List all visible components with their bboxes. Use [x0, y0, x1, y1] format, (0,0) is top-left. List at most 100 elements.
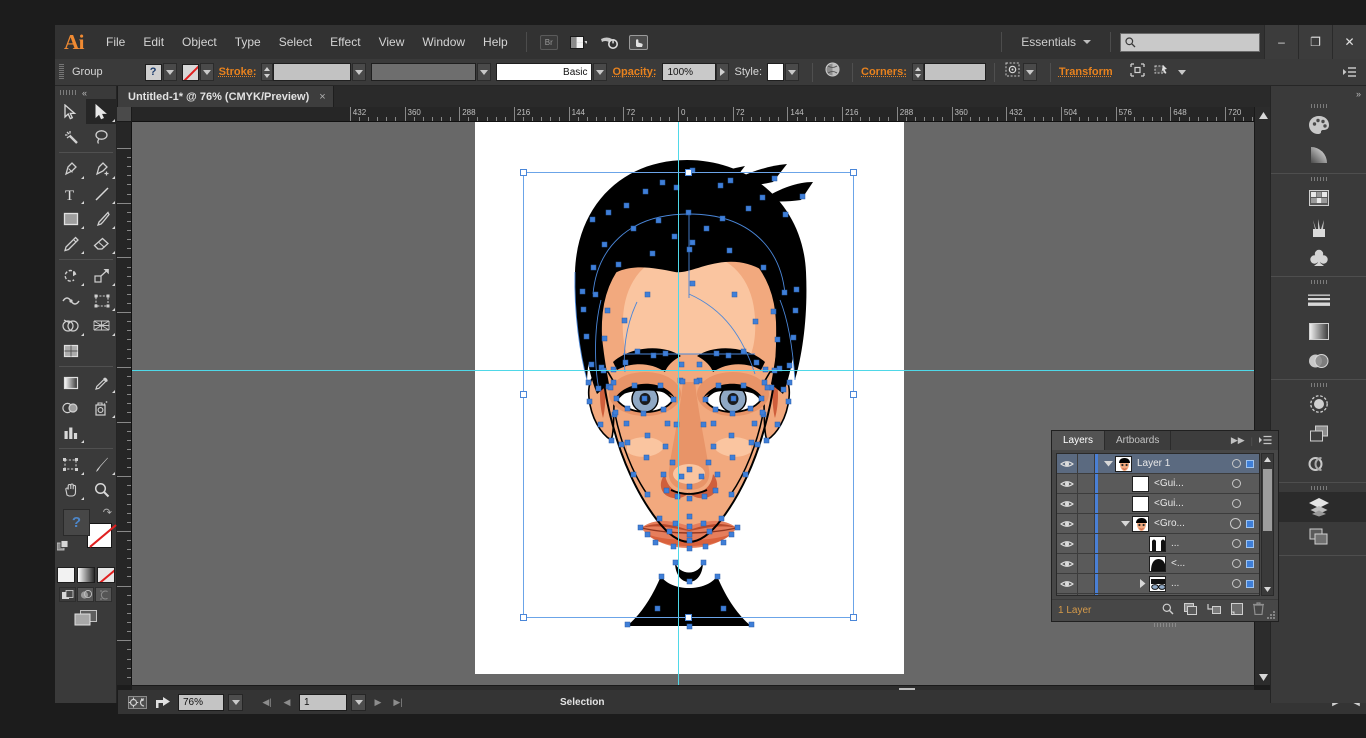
layer-visibility-icon[interactable] [1057, 514, 1078, 533]
tools-panel-grip[interactable]: « [55, 86, 116, 99]
corners-stepper[interactable] [912, 63, 924, 81]
eyedropper-tool[interactable] [86, 370, 117, 395]
draw-normal-button[interactable] [59, 587, 76, 602]
artboard-tool[interactable] [55, 452, 86, 477]
gradient-icon[interactable] [1271, 316, 1366, 346]
none-mode-button[interactable] [97, 567, 115, 583]
layers-scrollbar[interactable] [1261, 453, 1274, 596]
vertical-ruler[interactable]: 72144216288360432504576648720792 [117, 122, 132, 685]
layer-target-indicator[interactable] [1232, 579, 1241, 588]
stroke-swatch[interactable] [182, 64, 199, 81]
graphic-styles-icon[interactable] [1271, 419, 1366, 449]
delete-layer-icon[interactable] [1253, 602, 1264, 620]
layer-visibility-icon[interactable] [1057, 594, 1078, 596]
preferences-icon[interactable] [126, 694, 148, 711]
locate-object-icon[interactable] [1162, 602, 1174, 620]
add-anchor-point-tool[interactable] [86, 156, 117, 181]
pen-tool[interactable] [55, 156, 86, 181]
default-fill-stroke-icon[interactable] [57, 540, 70, 553]
draw-inside-button[interactable] [95, 587, 112, 602]
panel-bottom-grip[interactable] [1154, 623, 1176, 627]
layer-lock-toggle[interactable] [1078, 554, 1095, 573]
draw-behind-button[interactable] [77, 587, 94, 602]
opacity-input[interactable]: 100% [662, 63, 716, 81]
swatches-icon[interactable] [1271, 183, 1366, 213]
layer-name[interactable]: <Gro... [1154, 518, 1230, 529]
layer-name[interactable]: ... [1171, 578, 1232, 589]
blend-tool[interactable] [55, 395, 86, 420]
handle-nw[interactable] [520, 169, 527, 176]
layer-visibility-icon[interactable] [1057, 534, 1078, 553]
menu-type[interactable]: Type [226, 31, 270, 53]
layer-target-indicator[interactable] [1232, 479, 1241, 488]
restore-button[interactable]: ❐ [1298, 25, 1332, 59]
width-tool[interactable] [55, 288, 86, 313]
layer-row[interactable]: <Gro... [1057, 514, 1259, 534]
gradient-mode-button[interactable] [77, 567, 95, 583]
close-button[interactable]: ✕ [1332, 25, 1366, 59]
layer-target-indicator[interactable] [1230, 518, 1241, 529]
fill-dropdown[interactable] [163, 63, 177, 81]
layer-row[interactable]: <Gui... [1057, 474, 1259, 494]
perspective-grid-tool[interactable] [86, 313, 117, 338]
dock-grip[interactable] [1271, 380, 1366, 389]
layer-target-indicator[interactable] [1232, 539, 1241, 548]
last-artboard-button[interactable]: ▶| [390, 694, 406, 711]
layer-lock-toggle[interactable] [1078, 574, 1095, 593]
magic-wand-tool[interactable] [55, 124, 86, 149]
select-similar-icon[interactable] [1150, 63, 1174, 82]
layer-name[interactable]: ... [1171, 538, 1232, 549]
symbol-sprayer-tool[interactable] [86, 395, 117, 420]
next-artboard-button[interactable]: ▶ [370, 694, 386, 711]
color-guide-icon[interactable] [1271, 140, 1366, 170]
layer-selection-square[interactable] [1246, 580, 1254, 588]
selection-bounding-box[interactable] [523, 172, 854, 618]
right-dock-header[interactable]: » [1271, 86, 1366, 101]
menu-effect[interactable]: Effect [321, 31, 369, 53]
layer-name[interactable]: Layer 1 [1137, 458, 1232, 469]
artboard-dropdown[interactable] [351, 694, 366, 711]
ruler-corner[interactable] [117, 107, 132, 122]
gradient-tool[interactable] [55, 370, 86, 395]
layer-visibility-icon[interactable] [1057, 574, 1078, 593]
layer-selection-square[interactable] [1246, 560, 1254, 568]
zoom-level-input[interactable]: 76% [178, 694, 224, 711]
document-tab[interactable]: Untitled-1* @ 76% (CMYK/Preview) × [118, 86, 334, 107]
graphic-style-swatch[interactable] [767, 63, 784, 81]
layer-name[interactable]: <Gui... [1154, 498, 1232, 509]
touch-workspace-icon[interactable] [626, 32, 652, 52]
handle-s[interactable] [685, 614, 692, 621]
corners-label[interactable]: Corners: [861, 66, 907, 78]
dock-grip[interactable] [1271, 101, 1366, 110]
stroke-dropdown[interactable] [200, 63, 214, 81]
slice-tool[interactable] [86, 452, 117, 477]
artboard-number-input[interactable]: 1 [299, 694, 347, 711]
go-to-bridge-icon[interactable] [596, 32, 622, 52]
horizontal-ruler[interactable]: 4323602882161447207214421628836043250457… [132, 107, 1254, 122]
layer-visibility-icon[interactable] [1057, 474, 1078, 493]
handle-sw[interactable] [520, 614, 527, 621]
color-icon[interactable] [1271, 110, 1366, 140]
handle-n[interactable] [685, 169, 692, 176]
layers-panel[interactable]: Layers Artboards ▶▶ | Layer 1<Gui...<Gui… [1051, 430, 1279, 622]
opacity-arrow[interactable] [716, 63, 729, 81]
handle-se[interactable] [850, 614, 857, 621]
handle-w[interactable] [520, 391, 527, 398]
stroke-weight-input[interactable] [273, 63, 351, 81]
layer-lock-toggle[interactable] [1078, 534, 1095, 553]
stroke-weight-dropdown[interactable] [352, 63, 366, 81]
recolor-artwork-icon[interactable] [821, 62, 844, 82]
lasso-tool[interactable] [86, 124, 117, 149]
scale-tool[interactable] [86, 263, 117, 288]
handle-ne[interactable] [850, 169, 857, 176]
layer-target-indicator[interactable] [1232, 559, 1241, 568]
layers-scroll-thumb[interactable] [1263, 469, 1272, 531]
minimize-button[interactable]: – [1264, 25, 1298, 59]
transform-label[interactable]: Transform [1059, 66, 1113, 78]
menu-window[interactable]: Window [413, 31, 474, 53]
scroll-up-button[interactable] [1255, 107, 1271, 123]
shape-builder-tool[interactable] [55, 313, 86, 338]
layer-selection-square[interactable] [1246, 460, 1254, 468]
style-dropdown[interactable] [785, 63, 799, 81]
menu-file[interactable]: File [97, 31, 134, 53]
